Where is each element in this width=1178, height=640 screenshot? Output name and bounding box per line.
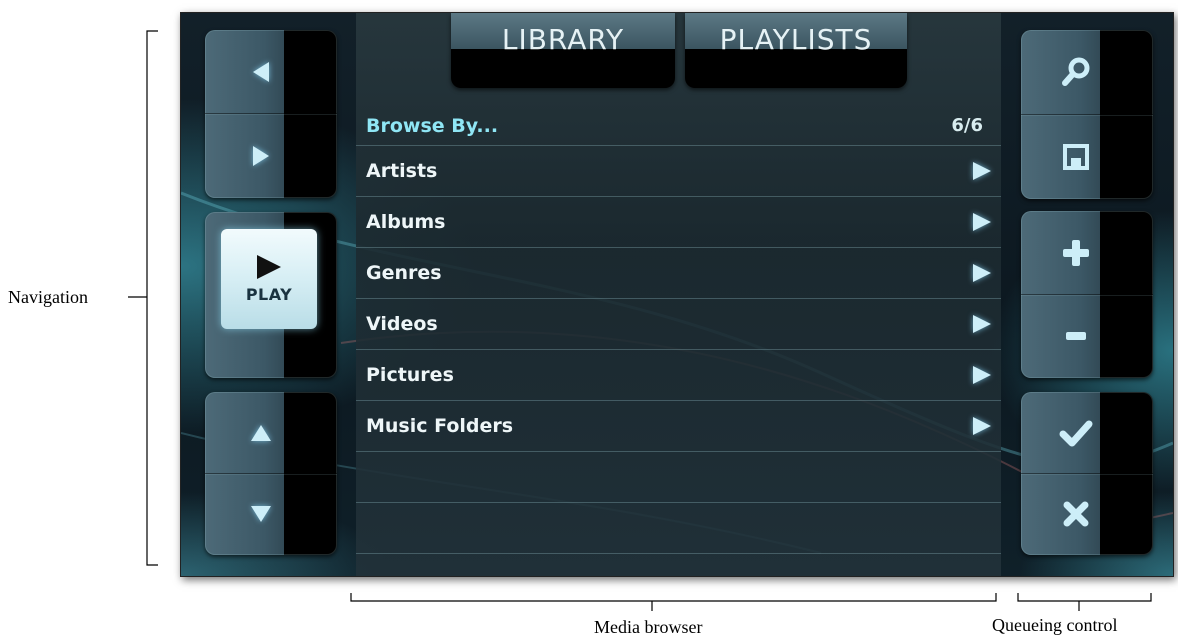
- queueing-control-annotation: Queueing control: [992, 615, 1118, 635]
- navigation-annotation: Navigation: [8, 287, 88, 307]
- annotation-brackets: [128, 30, 1152, 611]
- media-browser-annotation: Media browser: [594, 617, 703, 637]
